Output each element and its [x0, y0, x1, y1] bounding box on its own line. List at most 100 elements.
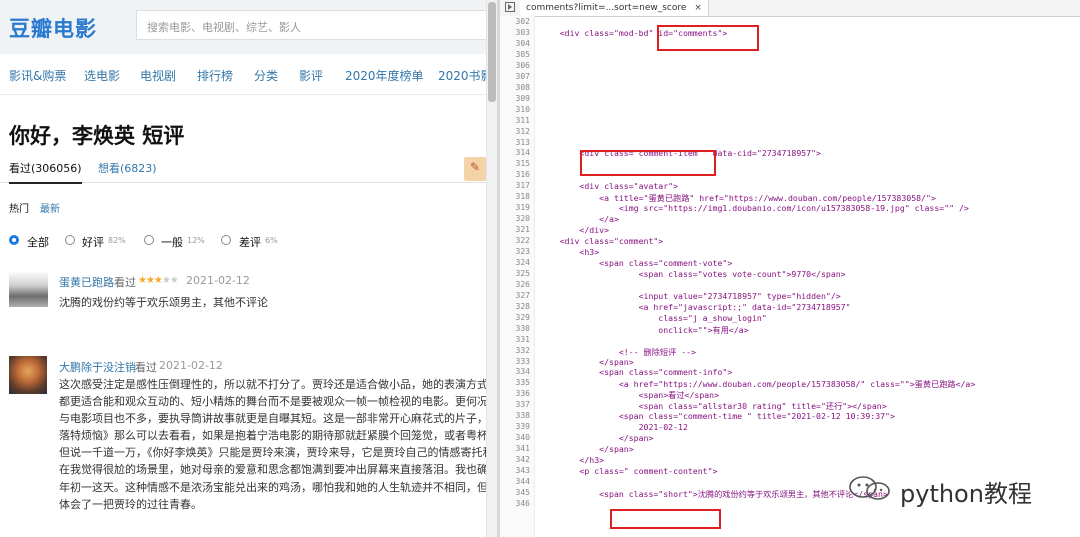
filter-negative-pct: 6%	[265, 236, 278, 245]
code-line: <span class="comment-vote">	[540, 257, 733, 268]
nav-item-tickets[interactable]: 影讯&购票	[9, 67, 66, 84]
line-number: 306	[515, 60, 530, 70]
comment-line: 在我觉得很尬的场景里，她对母亲的爱意和思念都饱满到要冲出屏幕来直接落泪。我也确实…	[59, 463, 486, 477]
highlight-box-comment-item	[580, 150, 716, 176]
code-line: </span>	[540, 444, 634, 455]
watermark-text: python教程	[900, 480, 1032, 508]
watermark: python教程	[848, 472, 1068, 508]
radio-all[interactable]	[9, 235, 19, 245]
devtools-tab-bar: comments?limit=...sort=new_score ×	[500, 0, 1080, 17]
sort-hot[interactable]: 热门	[9, 200, 29, 215]
comment-line: 但说一千道一万，《你好李焕英》只能是贾玲来演，贾玲来导，它是贾玲自己的情感寄托和…	[59, 446, 486, 460]
radio-positive[interactable]	[65, 235, 75, 245]
nav-item-2020-books[interactable]: 2020书影	[438, 67, 486, 84]
nav-item-categories[interactable]: 分类	[254, 67, 278, 84]
comment-date: 2021-02-12	[159, 359, 223, 372]
radio-negative[interactable]	[221, 235, 231, 245]
code-line: <a href="javascript:;" data-id="27347189…	[540, 301, 851, 312]
avatar[interactable]	[9, 356, 47, 394]
line-number: 324	[515, 257, 530, 267]
line-number: 320	[515, 214, 530, 224]
line-number: 314	[515, 148, 530, 158]
comment-status: 看过	[114, 276, 136, 289]
tab-seen[interactable]: 看过(306056)	[9, 160, 82, 184]
code-line: <span class="short">沈腾的戏份约等于欢乐颂男主，其他不评论<…	[540, 488, 888, 499]
line-number: 328	[515, 301, 530, 311]
code-line: </a>	[540, 214, 619, 225]
line-number: 335	[515, 378, 530, 388]
line-number: 318	[515, 192, 530, 202]
line-number: 329	[515, 312, 530, 322]
line-number: 330	[515, 323, 530, 333]
tab-want[interactable]: 想看(6823)	[98, 160, 157, 176]
comment-line: 体会了一把贾玲的过往青春。	[59, 497, 202, 511]
nav-item-reviews[interactable]: 影评	[299, 67, 323, 84]
line-number: 319	[515, 203, 530, 213]
filter-neutral-pct: 12%	[187, 236, 205, 245]
sort-new[interactable]: 最新	[40, 200, 60, 215]
line-number: 338	[515, 411, 530, 421]
code-line: 2021-02-12	[540, 422, 688, 433]
search-input[interactable]: 搜索电影、电视剧、综艺、影人	[136, 10, 486, 40]
nav-item-select-movie[interactable]: 选电影	[84, 67, 120, 84]
line-number: 339	[515, 422, 530, 432]
write-comment-button[interactable]	[464, 157, 486, 181]
comment-line: 落特烦恼》那么可以去看看，如果是抱着宁浩电影的期待那就赶紧膜个回笼觉，或者粤杯咖…	[59, 429, 486, 443]
radio-neutral[interactable]	[144, 235, 154, 245]
line-number: 332	[515, 345, 530, 355]
line-number: 302	[515, 17, 530, 26]
nav-item-rankings[interactable]: 排行榜	[197, 67, 233, 84]
line-number: 317	[515, 181, 530, 191]
line-number: 323	[515, 247, 530, 256]
line-number: 336	[515, 389, 530, 399]
line-number: 305	[515, 49, 530, 59]
scrollbar-thumb[interactable]	[488, 2, 496, 102]
rating-stars: ★★★★★	[138, 275, 179, 286]
nav-item-2020-list[interactable]: 2020年度榜单	[345, 67, 424, 84]
line-number: 311	[515, 115, 530, 125]
code-line: <div class="comment">	[540, 236, 664, 246]
code-line: class="j a_show_login"	[540, 312, 767, 323]
comment-user[interactable]: 大鹏除于没注销	[59, 359, 136, 375]
highlight-box-short	[610, 509, 721, 529]
filter-positive-pct: 82%	[108, 236, 126, 245]
code-line: </span>	[540, 433, 654, 444]
tab-want-count: (6823)	[120, 162, 157, 175]
line-number: 326	[515, 279, 530, 289]
source-file-tab[interactable]: comments?limit=...sort=new_score ×	[520, 0, 709, 16]
line-number: 309	[515, 93, 530, 103]
toggle-navigator-icon[interactable]	[505, 2, 515, 12]
tab-want-label: 想看	[98, 162, 120, 175]
close-icon[interactable]: ×	[694, 3, 702, 13]
line-number: 316	[515, 170, 530, 180]
filter-all-label: 全部	[27, 236, 49, 249]
highlight-box-comments-id	[657, 25, 759, 51]
comment-line: 年初一这天。这种情感不是浓汤宝能兑出来的鸡汤，哪怕我和她的人生轨迹并不相同，但我…	[59, 480, 486, 494]
douban-movie-logo[interactable]: 豆瓣电影	[9, 13, 97, 43]
line-number: 313	[515, 137, 530, 147]
comment-tabs: 看过(306056) 想看(6823)	[0, 154, 486, 184]
line-number: 308	[515, 82, 530, 92]
code-line: <span class="comment-info">	[540, 367, 733, 378]
comment-user[interactable]: 蛋黄已跑路	[59, 274, 114, 290]
code-line: onclick="">有用</a>	[540, 324, 749, 335]
line-number: 303	[515, 28, 530, 37]
code-line: <input value="2734718957" type="hidden"/…	[540, 290, 841, 301]
filter-neutral-label: 一般	[161, 236, 183, 249]
rating-filter: 全部 好评 82% 一般 12% 差评 6%	[0, 232, 486, 250]
code-line: </span>	[540, 356, 634, 367]
filter-negative-label: 差评	[239, 236, 261, 249]
avatar[interactable]	[9, 271, 48, 307]
line-number: 344	[515, 476, 530, 486]
comment-text: 这次感受注定是感性压倒理性的，所以就不打分了。贾玲还是适合做小品，她的表演方式、…	[59, 376, 486, 513]
line-number: 342	[515, 455, 530, 464]
code-line: <span class="comment-time " title="2021-…	[540, 411, 895, 422]
source-file-tab-title: comments?limit=...sort=new_score	[526, 3, 687, 13]
comment-line: 这次感受注定是感性压倒理性的，所以就不打分了。贾玲还是适合做小品，她的表演方式、…	[59, 378, 486, 391]
code-line: <span class="votes vote-count">9770</spa…	[540, 268, 846, 279]
nav-item-tv[interactable]: 电视剧	[140, 67, 176, 84]
page-scrollbar[interactable]	[486, 0, 497, 537]
line-number: 334	[515, 367, 530, 377]
line-number: 322	[515, 236, 530, 245]
line-number: 312	[515, 126, 530, 136]
